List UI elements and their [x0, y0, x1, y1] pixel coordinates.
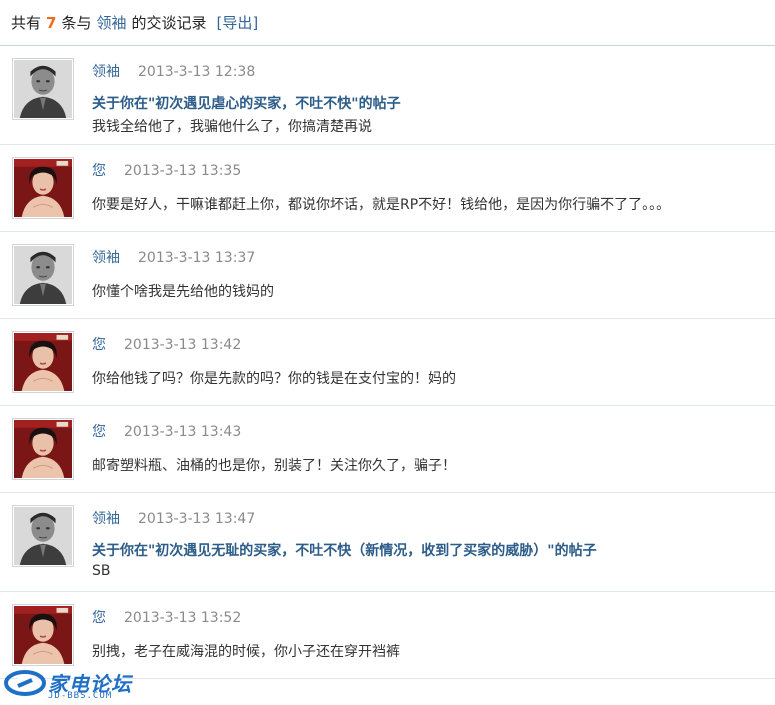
message-author[interactable]: 领袖 [92, 250, 120, 266]
man-portrait-icon [14, 246, 72, 304]
message-meta: 领袖 2013-3-13 13:47 [92, 508, 255, 528]
message-item: 领袖 2013-3-13 13:47 关于你在"初次遇见无耻的买家，不吐不快（新情况… [0, 493, 775, 592]
header-suffix: 的交谈记录 [131, 14, 207, 32]
message-author[interactable]: 您 [92, 337, 106, 353]
woman-portrait-icon [14, 333, 72, 391]
message-item: 您 2013-3-13 13:35 你要是好人，干嘛谁都赶上你，都说你坏话，就是RP… [0, 145, 775, 232]
avatar[interactable] [12, 604, 74, 666]
avatar[interactable] [12, 58, 74, 120]
message-time: 2013-3-13 13:42 [124, 337, 242, 353]
avatar[interactable] [12, 244, 74, 306]
watermark-logo: 家电论坛 JD-BBS.COM [4, 666, 134, 704]
message-text: 你给他钱了吗？你是先款的吗？你的钱是在支付宝的！妈的 [92, 371, 456, 387]
conversation-header: 共有 7 条与 领袖 的交谈记录 [导出] [0, 0, 775, 46]
message-meta: 您 2013-3-13 13:35 [92, 160, 241, 180]
man-portrait-icon [14, 507, 72, 565]
header-middle: 条与 [61, 14, 92, 32]
message-item: 您 2013-3-13 13:42 你给他钱了吗？你是先款的吗？你的钱是在支付宝的！… [0, 319, 775, 406]
avatar[interactable] [12, 505, 74, 567]
message-author[interactable]: 您 [92, 610, 106, 626]
avatar[interactable] [12, 418, 74, 480]
message-meta: 您 2013-3-13 13:43 [92, 421, 241, 441]
message-time: 2013-3-13 12:38 [138, 64, 256, 80]
message-author[interactable]: 您 [92, 163, 106, 179]
message-time: 2013-3-13 13:47 [138, 511, 256, 527]
message-item: 您 2013-3-13 13:43 邮寄塑料瓶、油桶的也是你，别装了！关注你久了，骗… [0, 406, 775, 493]
message-time: 2013-3-13 13:43 [124, 424, 242, 440]
message-item: 领袖 2013-3-13 13:37 你懂个啥我是先给他的钱妈的 [0, 232, 775, 319]
message-meta: 您 2013-3-13 13:42 [92, 334, 241, 354]
message-list: 领袖 2013-3-13 12:38 关于你在"初次遇见虐心的买家，不吐不快"的帖子… [0, 46, 775, 679]
man-portrait-icon [14, 60, 72, 118]
thread-title-link[interactable]: 关于你在"初次遇见虐心的买家，不吐不快"的帖子 [92, 93, 401, 113]
message-meta: 领袖 2013-3-13 12:38 [92, 61, 255, 81]
message-author[interactable]: 您 [92, 424, 106, 440]
message-text: 别拽，老子在威海混的时候，你小子还在穿开裆裤 [92, 644, 400, 660]
avatar[interactable] [12, 331, 74, 393]
message-count: 7 [46, 14, 57, 32]
watermark-domain: JD-BBS.COM [48, 691, 113, 701]
message-meta: 您 2013-3-13 13:52 [92, 607, 241, 627]
message-item: 领袖 2013-3-13 12:38 关于你在"初次遇见虐心的买家，不吐不快"的帖子… [0, 46, 775, 145]
message-text: 你要是好人，干嘛谁都赶上你，都说你坏话，就是RP不好！钱给他，是因为你行骗不了了… [92, 197, 671, 213]
woman-portrait-icon [14, 606, 72, 664]
forum-logo-icon [4, 670, 46, 696]
message-author[interactable]: 领袖 [92, 511, 120, 527]
message-time: 2013-3-13 13:35 [124, 163, 242, 179]
woman-portrait-icon [14, 159, 72, 217]
message-text: 我钱全给他了，我骗他什么了，你搞清楚再说 [92, 119, 372, 135]
message-text: 邮寄塑料瓶、油桶的也是你，别装了！关注你久了，骗子！ [92, 458, 456, 474]
message-text: SB [92, 563, 111, 579]
message-meta: 领袖 2013-3-13 13:37 [92, 247, 255, 267]
message-time: 2013-3-13 13:52 [124, 610, 242, 626]
woman-portrait-icon [14, 420, 72, 478]
message-author[interactable]: 领袖 [92, 64, 120, 80]
message-text: 你懂个啥我是先给他的钱妈的 [92, 284, 274, 300]
partner-name[interactable]: 领袖 [96, 14, 126, 32]
export-link[interactable]: [导出] [217, 14, 259, 32]
message-time: 2013-3-13 13:37 [138, 250, 256, 266]
header-prefix: 共有 [11, 14, 42, 32]
avatar[interactable] [12, 157, 74, 219]
thread-title-link[interactable]: 关于你在"初次遇见无耻的买家，不吐不快（新情况，收到了买家的威胁）"的帖子 [92, 540, 597, 560]
